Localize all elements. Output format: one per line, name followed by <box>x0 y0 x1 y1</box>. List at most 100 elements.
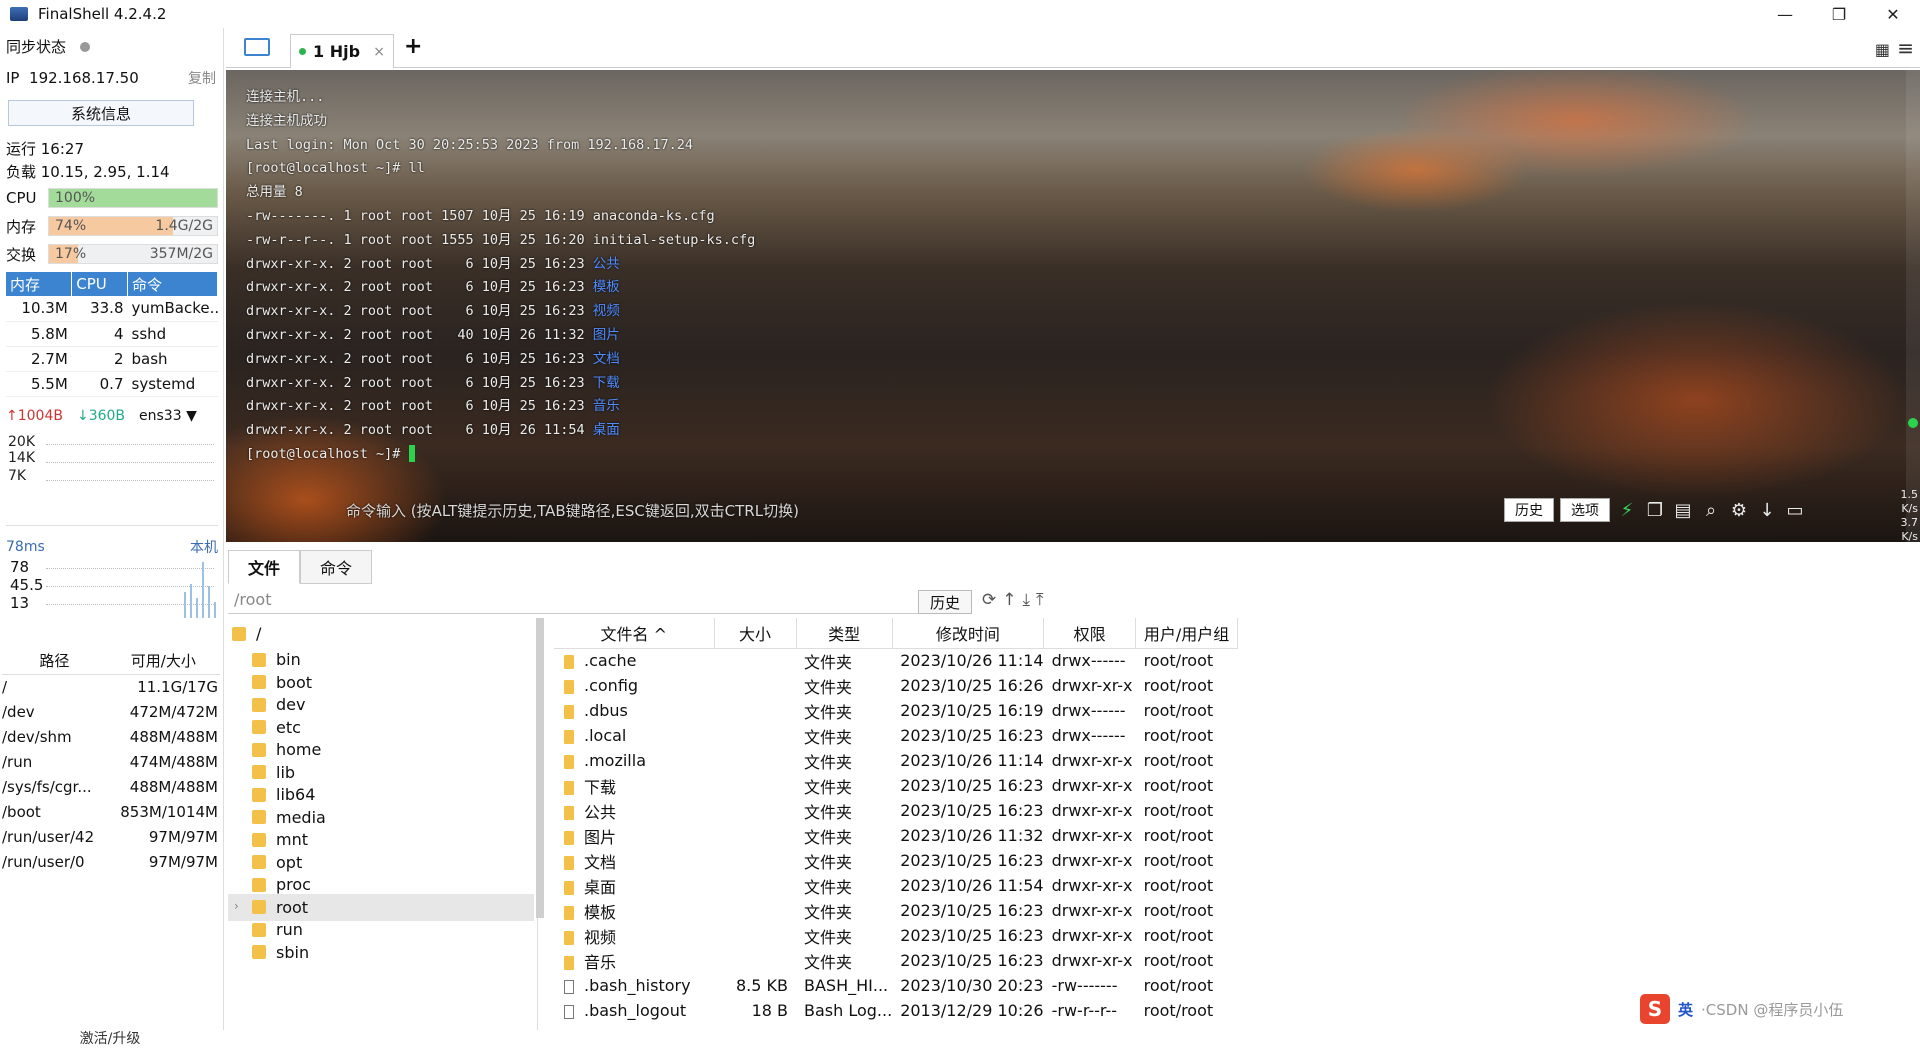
process-row[interactable]: 2.7M 2 bash <box>6 346 218 372</box>
chevron-right-icon[interactable]: › <box>234 899 239 913</box>
file-icon <box>564 1004 574 1019</box>
process-row[interactable]: 5.8M 4 sshd <box>6 321 218 347</box>
col-size[interactable]: 大小 <box>714 618 797 649</box>
file-row[interactable]: 公共 文件夹 2023/10/25 16:23 drwxr-xr-x root/root <box>554 798 1238 823</box>
interface-select[interactable]: ens33 ▼ <box>139 408 197 424</box>
tree-node-label: lib <box>276 762 296 782</box>
terminal[interactable]: 连接主机... 连接主机成功 Last login: Mon Oct 30 20… <box>226 70 1920 542</box>
disk-path: /sys/fs/cgr... <box>2 777 92 796</box>
file-owner: root/root <box>1143 1001 1214 1020</box>
disk-path: /dev <box>2 702 35 721</box>
proc-header-cmd[interactable]: 命令 <box>127 272 218 296</box>
col-perm[interactable]: 权限 <box>1043 618 1137 649</box>
tree-root[interactable]: / <box>232 620 261 647</box>
file-mtime: 2023/10/25 16:23 <box>900 801 1044 820</box>
process-row[interactable]: 5.5M 0.7 systemd <box>6 371 218 397</box>
file-row[interactable]: 视频 文件夹 2023/10/25 16:23 drwxr-xr-x root/root <box>554 923 1238 948</box>
search-icon[interactable]: ⌕ <box>1700 500 1722 521</box>
disk-row[interactable]: /run/user/0 97M/97M <box>2 849 220 874</box>
col-owner[interactable]: 用户/用户组 <box>1135 618 1239 649</box>
file-name-label: .cache <box>584 651 637 671</box>
lightning-icon[interactable]: ⚡ <box>1616 500 1638 521</box>
listing-name: 音乐 <box>592 398 620 415</box>
file-row[interactable]: .cache 文件夹 2023/10/26 11:14 drwx------ root/… <box>554 648 1238 673</box>
add-session-button[interactable]: + <box>404 34 422 59</box>
close-button[interactable]: ✕ <box>1866 0 1920 28</box>
session-tab[interactable]: 1 Hjb × <box>290 34 394 68</box>
file-perm: drwxr-xr-x <box>1051 876 1133 895</box>
disk-header-path[interactable]: 路径 <box>2 648 107 675</box>
path-input[interactable]: /root <box>228 590 920 614</box>
maximize-button[interactable]: ❐ <box>1812 0 1866 28</box>
disk-row[interactable]: /boot 853M/1014M <box>2 799 220 824</box>
sogou-logo[interactable]: S <box>1640 994 1670 1024</box>
col-name[interactable]: 文件名 ^ <box>554 618 715 649</box>
file-type: 文件夹 <box>804 652 853 672</box>
disk-row[interactable]: /run 474M/488M <box>2 749 220 774</box>
close-tab-icon[interactable]: × <box>373 44 385 60</box>
disk-header-size[interactable]: 可用/大小 <box>106 648 220 675</box>
disk-size: 488M/488M <box>129 727 218 746</box>
folder-icon <box>232 626 246 641</box>
minimize-button[interactable]: — <box>1758 0 1812 28</box>
disk-row[interactable]: /dev/shm 488M/488M <box>2 724 220 749</box>
col-mtime[interactable]: 修改时间 <box>892 618 1045 649</box>
open-folder-icon[interactable] <box>244 38 270 56</box>
refresh-icon[interactable]: ⟳ <box>982 590 996 610</box>
file-type: 文件夹 <box>804 927 853 947</box>
file-row[interactable]: 模板 文件夹 2023/10/25 16:23 drwxr-xr-x root/root <box>554 898 1238 923</box>
tree-scrollbar[interactable] <box>536 618 544 918</box>
disk-row[interactable]: /sys/fs/cgr... 488M/488M <box>2 774 220 799</box>
file-row[interactable]: .dbus 文件夹 2023/10/25 16:19 drwx------ root/r… <box>554 698 1238 723</box>
file-row[interactable]: 下载 文件夹 2023/10/25 16:23 drwxr-xr-x root/root <box>554 773 1238 798</box>
file-name: .dbus <box>554 698 714 723</box>
layout-grid-icon[interactable]: ▦ <box>1875 40 1890 59</box>
upload-icon[interactable]: ⤒ <box>1036 590 1044 610</box>
proc-header-mem[interactable]: 内存 <box>6 272 73 296</box>
copy-ip-button[interactable]: 复制 <box>188 68 216 88</box>
file-name: .cache <box>554 648 714 673</box>
disk-row[interactable]: / 11.1G/17G <box>2 674 220 699</box>
disk-row[interactable]: /dev 472M/472M <box>2 699 220 724</box>
folder-icon <box>252 697 266 712</box>
tab-commands[interactable]: 命令 <box>300 550 372 584</box>
file-row[interactable]: .bash_logout 18 B Bash Log... 2013/12/29 10… <box>554 998 1238 1023</box>
copy-icon[interactable]: ❐ <box>1644 500 1666 521</box>
terminal-line: drwxr-xr-x. 2 root root 6 10月 25 16:23 视… <box>246 300 755 324</box>
ime-language[interactable]: 英 <box>1678 999 1693 1020</box>
file-row[interactable]: .config 文件夹 2023/10/25 16:26 drwxr-xr-x root… <box>554 673 1238 698</box>
file-name-label: .bash_logout <box>584 1001 687 1020</box>
system-info-button[interactable]: 系统信息 <box>8 100 194 126</box>
options-button[interactable]: 选项 <box>1560 498 1610 522</box>
download-icon[interactable]: ⤓ <box>1023 590 1031 610</box>
folder-icon <box>252 810 266 824</box>
file-row[interactable]: 图片 文件夹 2023/10/26 11:32 drwxr-xr-x root/root <box>554 823 1238 848</box>
path-history-button[interactable]: 历史 <box>918 590 972 614</box>
command-input-hint[interactable]: 命令输入 (按ALT键提示历史,TAB键路径,ESC键返回,双击CTRL切换) <box>346 500 799 521</box>
file-row[interactable]: .mozilla 文件夹 2023/10/26 11:14 drwxr-xr-x roo… <box>554 748 1238 773</box>
file-row[interactable]: 音乐 文件夹 2023/10/25 16:23 drwxr-xr-x root/root <box>554 948 1238 973</box>
file-row[interactable]: 文档 文件夹 2023/10/25 16:23 drwxr-xr-x root/root <box>554 848 1238 873</box>
menu-icon[interactable]: ≡ <box>1897 36 1914 60</box>
file-row[interactable]: .bash_history 8.5 KB BASH_HI... 2023/10/30 … <box>554 973 1238 998</box>
disk-path: /run/user/42 <box>2 827 95 846</box>
disk-row[interactable]: /run/user/42 97M/97M <box>2 824 220 849</box>
paste-icon[interactable]: ▤ <box>1672 500 1694 521</box>
gear-icon[interactable]: ⚙ <box>1728 500 1750 521</box>
proc-header-cpu[interactable]: CPU <box>71 272 128 296</box>
fullscreen-icon[interactable]: ▭ <box>1784 500 1806 521</box>
file-perm: drwxr-xr-x <box>1051 851 1133 870</box>
file-owner: root/root <box>1143 701 1214 720</box>
file-row[interactable]: .local 文件夹 2023/10/25 16:23 drwx------ root/… <box>554 723 1238 748</box>
download-icon[interactable]: ↓ <box>1756 500 1778 521</box>
parent-dir-icon[interactable]: ↑ <box>1002 590 1016 610</box>
process-row[interactable]: 10.3M 33.8 yumBacke... <box>6 296 218 322</box>
activate-upgrade-link[interactable]: 激活/升级 <box>0 1028 220 1048</box>
history-button[interactable]: 历史 <box>1504 498 1554 522</box>
tree-node[interactable]: sbin <box>252 939 309 966</box>
col-type[interactable]: 类型 <box>796 618 893 649</box>
file-row[interactable]: 桌面 文件夹 2023/10/26 11:54 drwxr-xr-x root/root <box>554 873 1238 898</box>
status-icon <box>1908 418 1918 428</box>
disk-path: /dev/shm <box>2 727 72 746</box>
tab-files[interactable]: 文件 <box>228 550 300 584</box>
